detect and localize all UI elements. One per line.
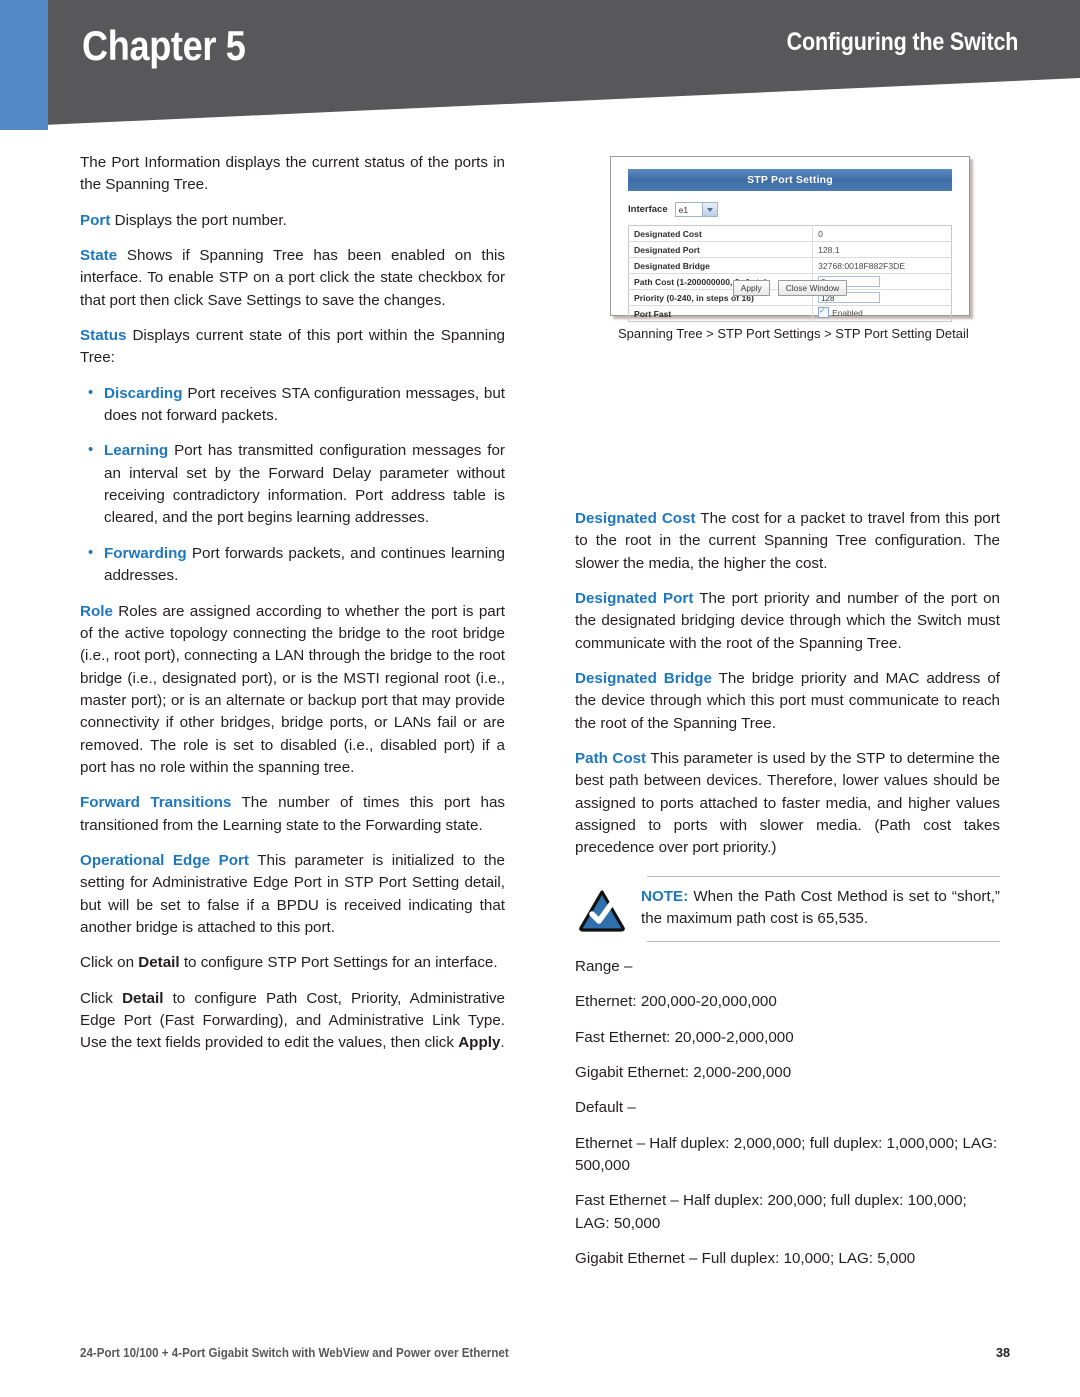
term-discarding: Discarding	[104, 384, 183, 402]
term-path-cost: Path Cost	[575, 750, 647, 768]
note-label: NOTE:	[641, 887, 689, 905]
stp-port-setting-window: STP Port Setting Interface e1 Designated…	[610, 156, 970, 322]
row-value-designated-port: 128.1	[812, 241, 952, 258]
list-item: Discarding Port receives STA configurati…	[88, 382, 505, 428]
port-fast-checkbox-group[interactable]: Enabled	[818, 306, 863, 318]
status-bullet-list: Discarding Port receives STA configurati…	[80, 382, 505, 588]
definition-status-text: Displays current state of this port with…	[80, 327, 505, 367]
row-label-designated-port: Designated Port	[628, 241, 814, 258]
definition-designated-cost: Designated Cost The cost for a packet to…	[575, 508, 1000, 575]
definition-state: State Shows if Spanning Tree has been en…	[80, 245, 505, 312]
term-forward-transitions: Forward Transitions	[80, 794, 232, 812]
list-item: Forwarding Port forwards packets, and co…	[88, 542, 505, 588]
closing-2-post2: .	[500, 1034, 505, 1052]
stp-port-setting-figure: STP Port Setting Interface e1 Designated…	[610, 156, 972, 343]
interface-row: Interface e1	[628, 202, 718, 217]
definition-port-text: Displays the port number.	[114, 211, 287, 229]
note-bottom-rule	[647, 940, 1000, 942]
term-status: Status	[80, 327, 127, 345]
row-label-designated-bridge: Designated Bridge	[628, 257, 814, 274]
checkbox-checked-icon[interactable]	[818, 306, 830, 318]
range-default-list: Range – Ethernet: 200,000-20,000,000 Fas…	[575, 956, 1000, 1270]
apply-button[interactable]: Apply	[732, 280, 770, 296]
definition-path-cost: Path Cost This parameter is used by the …	[575, 748, 1000, 860]
chevron-down-icon[interactable]	[701, 203, 717, 216]
stp-window-titlebar: STP Port Setting	[628, 169, 952, 191]
left-text-column: The Port Information displays the curren…	[80, 152, 505, 1055]
term-designated-cost: Designated Cost	[575, 510, 696, 527]
closing-1-post: to configure STP Port Settings for an in…	[179, 954, 498, 972]
stp-window-buttons: Apply Close Window	[616, 280, 964, 296]
default-heading: Default –	[575, 1099, 636, 1117]
table-row: Designated Bridge 32768:0018F882F3DE	[628, 257, 952, 274]
closing-paragraph-1: Click on Detail to configure STP Port Se…	[80, 952, 505, 974]
definition-role-text: Roles are assigned according to whether …	[80, 602, 505, 776]
closing-1-pre: Click on	[80, 954, 139, 972]
term-designated-port: Designated Port	[575, 590, 694, 608]
closing-1-bold: Detail	[138, 954, 180, 972]
row-value-designated-cost: 0	[812, 225, 952, 242]
footer-product-name: 24-Port 10/100 + 4-Port Gigabit Switch w…	[80, 1346, 509, 1360]
default-item-ethernet: Ethernet – Half duplex: 2,000,000; full …	[575, 1134, 998, 1174]
definition-designated-bridge: Designated Bridge The bridge priority an…	[575, 668, 1000, 735]
term-state: State	[80, 247, 118, 265]
term-role: Role	[80, 602, 113, 620]
definition-forward-transitions: Forward Transitions The number of times …	[80, 792, 505, 837]
note-box: NOTE: When the Path Cost Method is set t…	[575, 875, 1000, 942]
row-value-designated-bridge: 32768:0018F882F3DE	[812, 257, 952, 274]
default-item-fast-ethernet: Fast Ethernet – Half duplex: 200,000; fu…	[575, 1192, 967, 1232]
checkmark-triangle-icon	[575, 886, 641, 932]
note-message: When the Path Cost Method is set to “sho…	[641, 887, 1000, 928]
range-item-gigabit-ethernet: Gigabit Ethernet: 2,000-200,000	[575, 1063, 792, 1081]
definition-port: Port Displays the port number.	[80, 210, 505, 232]
stp-settings-table: Designated Cost 0 Designated Port 128.1 …	[628, 225, 952, 322]
definition-status: Status Displays current state of this po…	[80, 325, 505, 370]
closing-2-pre: Click	[80, 989, 123, 1007]
figure-caption: Spanning Tree > STP Port Settings > STP …	[618, 326, 969, 341]
closing-paragraph-2: Click Detail to configure Path Cost, Pri…	[80, 988, 505, 1055]
closing-2-bold: Detail	[122, 989, 164, 1007]
section-title: Configuring the Switch	[786, 28, 1018, 56]
term-forwarding: Forwarding	[104, 544, 187, 562]
row-label-port-fast: Port Fast	[628, 305, 814, 322]
interface-label: Interface	[628, 204, 668, 215]
term-designated-bridge: Designated Bridge	[575, 670, 712, 688]
definition-role: Role Roles are assigned according to whe…	[80, 601, 505, 780]
definition-designated-port: Designated Port The port priority and nu…	[575, 588, 1000, 655]
note-text: NOTE: When the Path Cost Method is set t…	[641, 886, 1000, 931]
table-row: Designated Cost 0	[628, 225, 952, 242]
close-window-button[interactable]: Close Window	[777, 280, 848, 296]
term-learning: Learning	[104, 442, 169, 460]
interface-select[interactable]: e1	[674, 202, 718, 217]
term-operational-edge-port: Operational Edge Port	[80, 851, 249, 869]
stp-window-content: STP Port Setting Interface e1 Designated…	[616, 162, 964, 322]
header-accent-stripe	[0, 0, 48, 130]
definition-operational-edge-port: Operational Edge Port This parameter is …	[80, 850, 505, 939]
closing-2-bold2: Apply	[458, 1034, 501, 1052]
page-footer: 24-Port 10/100 + 4-Port Gigabit Switch w…	[80, 1346, 1010, 1360]
default-item-gigabit-ethernet: Gigabit Ethernet – Full duplex: 10,000; …	[575, 1249, 916, 1267]
page-header: Chapter 5 Configuring the Switch	[0, 0, 1080, 130]
interface-select-value: e1	[678, 204, 689, 215]
list-item: Learning Port has transmitted configurat…	[88, 439, 505, 529]
range-item-ethernet: Ethernet: 200,000-20,000,000	[575, 993, 777, 1011]
row-label-designated-cost: Designated Cost	[628, 225, 814, 242]
right-text-column: Designated Cost The cost for a packet to…	[575, 508, 1000, 1283]
definition-state-text: Shows if Spanning Tree has been enabled …	[80, 247, 505, 309]
row-value-port-fast-cell: Enabled	[813, 306, 952, 322]
term-port: Port	[80, 211, 111, 229]
range-item-fast-ethernet: Fast Ethernet: 20,000-2,000,000	[575, 1028, 794, 1046]
page-number: 38	[995, 1346, 1010, 1360]
note-body: NOTE: When the Path Cost Method is set t…	[575, 877, 1000, 941]
port-fast-checkbox-label: Enabled	[832, 307, 863, 318]
intro-paragraph: The Port Information displays the curren…	[80, 154, 505, 194]
range-heading: Range –	[575, 957, 633, 975]
table-row: Port Fast Enabled	[628, 305, 952, 322]
chapter-label: Chapter 5	[82, 22, 246, 69]
table-row: Designated Port 128.1	[628, 241, 952, 258]
